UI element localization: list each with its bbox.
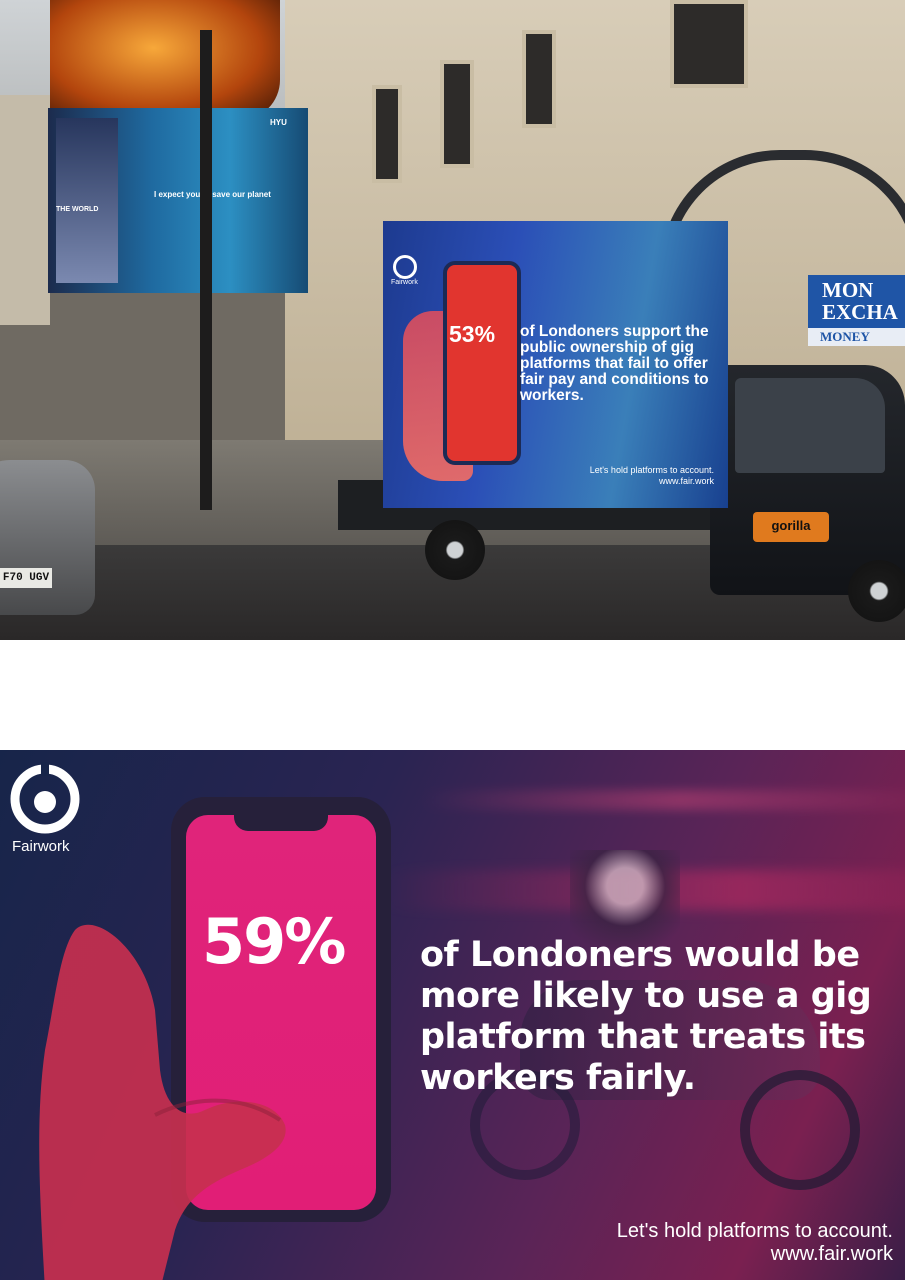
grey-car: [0, 460, 95, 615]
billboard-footer-line2: www.fair.work: [658, 476, 714, 486]
street-photo: THE WORLD I expect you to save our plane…: [0, 0, 905, 640]
billboard-footer: Let's hold platforms to account. www.fai…: [590, 465, 714, 487]
truck-wheel-rear: [425, 520, 485, 580]
billboard-phone: [443, 261, 521, 465]
building-window: [372, 85, 402, 183]
led-screen-world-panel: THE WORLD: [56, 118, 118, 283]
poster-percentage: 59%: [202, 905, 346, 978]
billboard-logo-label: Fairwork: [391, 279, 418, 286]
truck-brand-badge: gorilla: [753, 512, 829, 542]
poster-footer-line1: Let's hold platforms to account.: [616, 1220, 893, 1242]
billboard-message: of Londoners support the public ownershi…: [520, 323, 709, 404]
fairwork-logo-icon: [10, 762, 80, 834]
logo-label: Fairwork: [12, 838, 70, 855]
left-building: [0, 95, 50, 325]
billboard-percentage: 53%: [449, 321, 496, 347]
led-brand-text: HYU: [270, 118, 287, 127]
building-window: [440, 60, 474, 168]
led-screen-drink: [50, 0, 280, 120]
poster-message: of Londoners would be more likely to use…: [420, 935, 872, 1098]
fairwork-poster: Fairwork 59% of Londoners would be more …: [0, 750, 905, 1280]
led-screen-ocean: THE WORLD I expect you to save our plane…: [48, 108, 308, 293]
truck-cab-window: [735, 378, 885, 473]
truck-wheel-front: [848, 560, 905, 622]
led-slogan-text: I expect you to save our planet: [154, 190, 271, 199]
led-world-text: THE WORLD: [56, 206, 99, 213]
exchange-money-sign: MONEY: [808, 328, 905, 346]
phone-notch: [234, 815, 328, 831]
street-lamp: [200, 30, 212, 510]
billboard-footer-line1: Let's hold platforms to account.: [589, 465, 714, 475]
poster-footer: Let's hold platforms to account. www.fai…: [617, 1220, 893, 1266]
license-plate: F70 UGV: [0, 568, 52, 588]
building-window: [670, 0, 748, 88]
fairwork-logo-icon: [393, 255, 417, 279]
motion-blur-streak: [420, 790, 905, 810]
truck-billboard: Fairwork 53% of Londoners support the pu…: [383, 221, 728, 508]
building-window: [522, 30, 556, 128]
whitespace-gap: [0, 640, 905, 750]
poster-footer-url: www.fair.work: [770, 1243, 893, 1265]
